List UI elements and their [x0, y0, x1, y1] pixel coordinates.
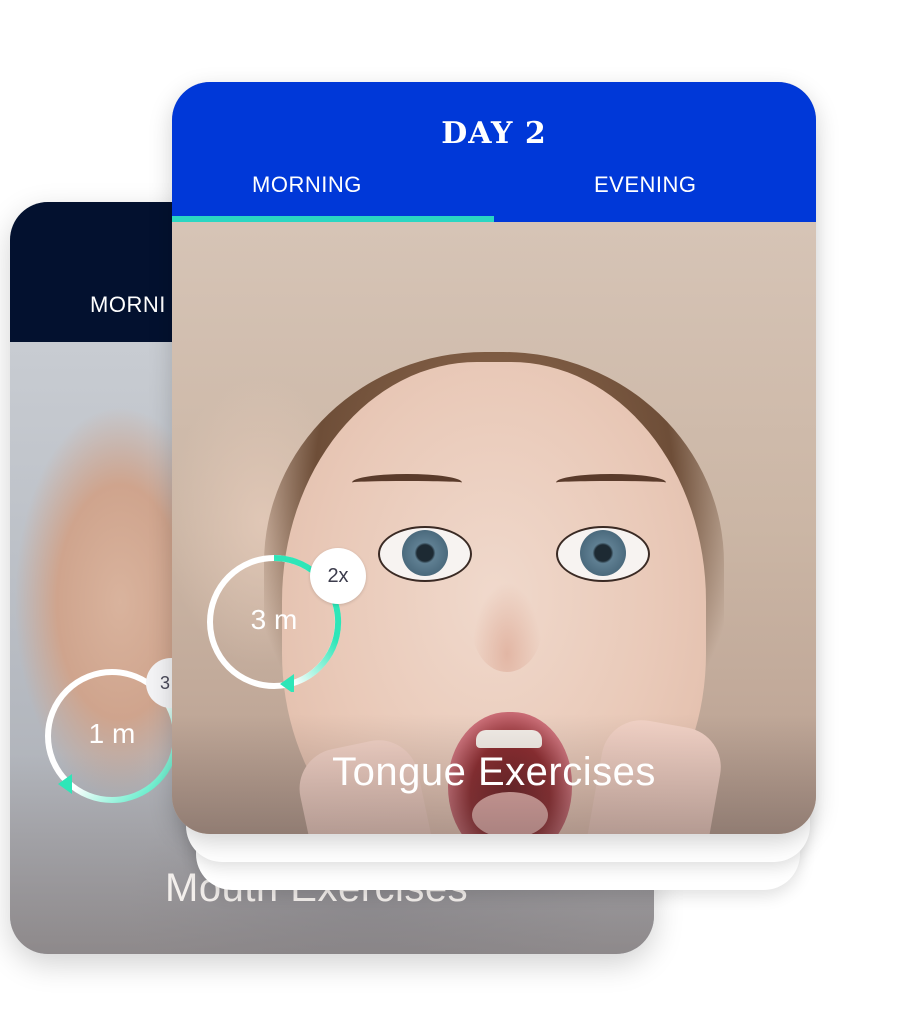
photo-brow	[352, 474, 462, 491]
front-card-header: DAY 2 MORNING EVENING	[172, 82, 816, 222]
front-card-title: Tongue Exercises	[332, 750, 656, 794]
tab-morning[interactable]: MORNING	[252, 172, 362, 198]
back-tab-morning[interactable]: MORNI	[90, 292, 166, 318]
photo-nose	[472, 582, 542, 672]
day-title: DAY 2	[441, 116, 547, 151]
front-exercise-card[interactable]: DAY 2 MORNING EVENING 3 m 2x Tongue Exer…	[172, 82, 816, 834]
front-repeat-badge: 2x	[310, 548, 366, 604]
front-timer-label: 3 m	[250, 604, 298, 635]
photo-eye	[378, 526, 472, 582]
photo-eye	[556, 526, 650, 582]
back-timer-label: 1 m	[88, 718, 136, 749]
photo-brow	[556, 474, 666, 491]
tab-evening[interactable]: EVENING	[594, 172, 697, 198]
